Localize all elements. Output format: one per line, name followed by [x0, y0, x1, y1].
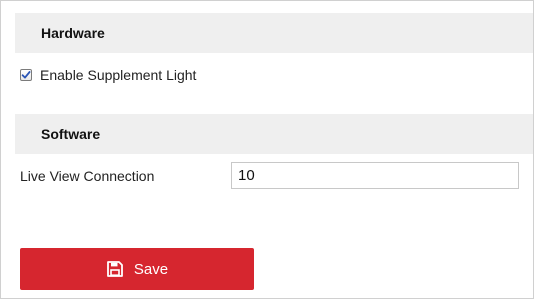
floppy-disk-icon — [106, 260, 124, 278]
hardware-section-title: Hardware — [41, 25, 105, 41]
software-section-header: Software — [15, 114, 533, 154]
settings-panel: Hardware Enable Supplement Light Softwar… — [0, 0, 534, 299]
checkmark-icon — [21, 71, 31, 79]
live-view-connection-label: Live View Connection — [20, 168, 155, 184]
save-button[interactable]: Save — [20, 248, 254, 290]
software-section-title: Software — [41, 126, 101, 142]
live-view-connection-input[interactable] — [231, 162, 519, 189]
save-button-label: Save — [133, 260, 169, 278]
supplement-light-checkbox[interactable] — [20, 69, 32, 81]
supplement-light-label: Enable Supplement Light — [40, 67, 197, 83]
supplement-light-row[interactable]: Enable Supplement Light — [20, 65, 196, 85]
hardware-section-header: Hardware — [15, 13, 533, 53]
